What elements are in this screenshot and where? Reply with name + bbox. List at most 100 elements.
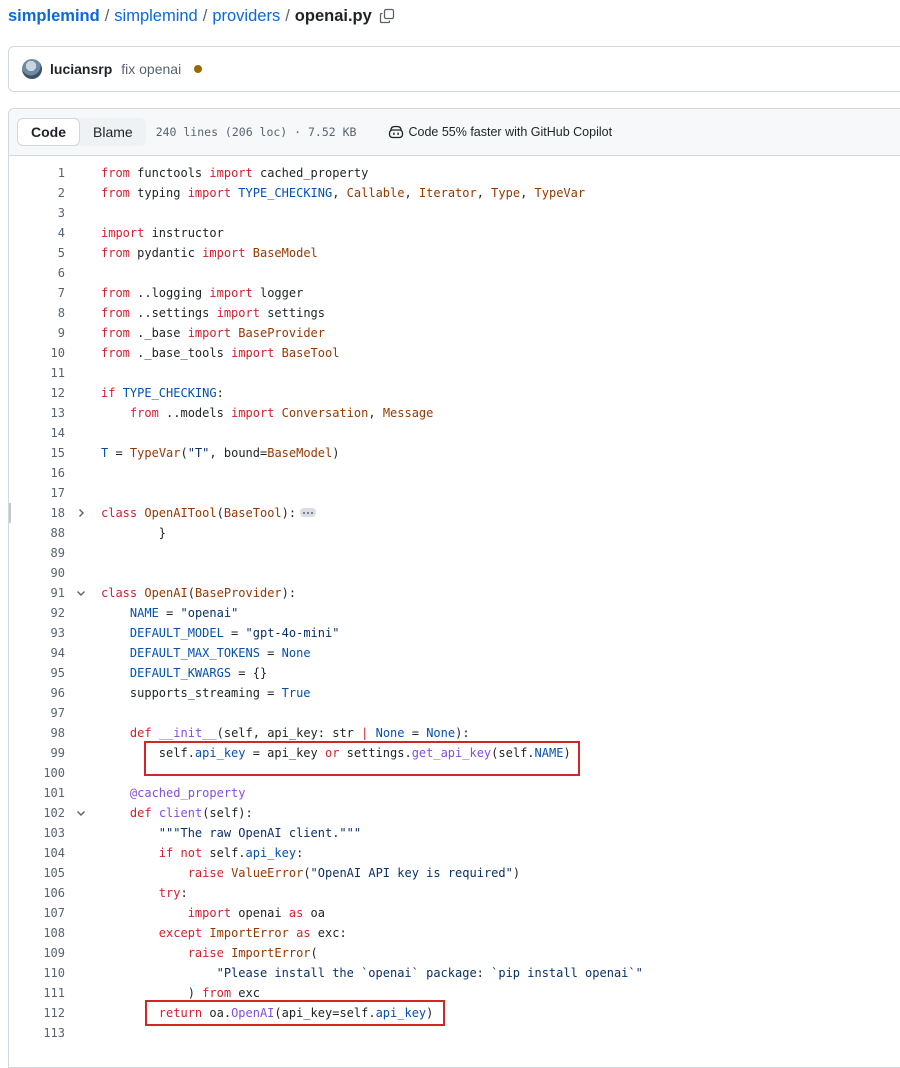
code-line[interactable]: 88 } — [9, 523, 900, 543]
commit-status-dot[interactable] — [194, 65, 203, 73]
line-number[interactable]: 106 — [9, 883, 65, 903]
line-number[interactable]: 18 — [9, 503, 65, 523]
line-number[interactable]: 2 — [9, 183, 65, 203]
code-line[interactable]: 4 import instructor — [9, 223, 900, 243]
chevron-down-icon[interactable] — [74, 803, 88, 823]
line-number[interactable]: 89 — [9, 543, 65, 563]
line-number[interactable]: 102 — [9, 803, 65, 823]
expand-folded-icon[interactable] — [300, 508, 317, 517]
chevron-right-icon[interactable] — [74, 503, 88, 523]
code-line[interactable]: 2 from typing import TYPE_CHECKING, Calla… — [9, 183, 900, 203]
code-line[interactable]: 14 — [9, 423, 900, 443]
line-number[interactable]: 93 — [9, 623, 65, 643]
code-line[interactable]: 98 def __init__(self, api_key: str | Non… — [9, 723, 900, 743]
code-line[interactable]: 93 DEFAULT_MODEL = "gpt-4o-mini" — [9, 623, 900, 643]
code-area[interactable]: 1 from functools import cached_property 2 f… — [9, 156, 900, 1043]
code-tab[interactable]: Code — [17, 118, 80, 146]
line-number[interactable]: 97 — [9, 703, 65, 723]
line-number[interactable]: 109 — [9, 943, 65, 963]
avatar[interactable] — [22, 59, 42, 79]
line-number[interactable]: 14 — [9, 423, 65, 443]
code-line[interactable]: 102 def client(self): — [9, 803, 900, 823]
code-line[interactable]: 90 — [9, 563, 900, 583]
code-line[interactable]: 1 from functools import cached_property — [9, 163, 900, 183]
line-number[interactable]: 94 — [9, 643, 65, 663]
code-line[interactable]: 107 import openai as oa — [9, 903, 900, 923]
code-line[interactable]: 97 — [9, 703, 900, 723]
code-line[interactable]: 12 if TYPE_CHECKING: — [9, 383, 900, 403]
code-line[interactable]: 94 DEFAULT_MAX_TOKENS = None — [9, 643, 900, 663]
code-line[interactable]: 7 from ..logging import logger — [9, 283, 900, 303]
line-number[interactable]: 108 — [9, 923, 65, 943]
line-number[interactable]: 7 — [9, 283, 65, 303]
line-number[interactable]: 11 — [9, 363, 65, 383]
code-line[interactable]: 9 from ._base import BaseProvider — [9, 323, 900, 343]
line-number[interactable]: 88 — [9, 523, 65, 543]
breadcrumb-providers-link[interactable]: providers — [212, 7, 280, 26]
code-line[interactable]: 113 — [9, 1023, 900, 1043]
code-line[interactable]: 17 — [9, 483, 900, 503]
line-number[interactable]: 107 — [9, 903, 65, 923]
blame-tab[interactable]: Blame — [80, 118, 146, 146]
code-line[interactable]: 110 "Please install the `openai` package… — [9, 963, 900, 983]
line-number[interactable]: 91 — [9, 583, 65, 603]
line-number[interactable]: 112 — [9, 1003, 65, 1023]
code-line[interactable]: 104 if not self.api_key: — [9, 843, 900, 863]
code-line[interactable]: 89 — [9, 543, 900, 563]
copy-path-icon[interactable] — [379, 8, 395, 24]
code-line[interactable]: 109 raise ImportError( — [9, 943, 900, 963]
breadcrumb-dir-link[interactable]: simplemind — [114, 7, 197, 26]
code-line[interactable]: 16 — [9, 463, 900, 483]
line-number[interactable]: 113 — [9, 1023, 65, 1043]
line-number[interactable]: 12 — [9, 383, 65, 403]
line-number[interactable]: 96 — [9, 683, 65, 703]
code-line[interactable]: 5 from pydantic import BaseModel — [9, 243, 900, 263]
code-line[interactable]: 96 supports_streaming = True — [9, 683, 900, 703]
code-line[interactable]: 100 — [9, 763, 900, 783]
line-number[interactable]: 100 — [9, 763, 65, 783]
line-number[interactable]: 110 — [9, 963, 65, 983]
breadcrumb-repo-link[interactable]: simplemind — [8, 7, 100, 26]
code-line[interactable]: 103 """The raw OpenAI client.""" — [9, 823, 900, 843]
code-line[interactable]: 13 from ..models import Conversation, Me… — [9, 403, 900, 423]
code-line[interactable]: 108 except ImportError as exc: — [9, 923, 900, 943]
commit-author[interactable]: luciansrp — [50, 61, 112, 77]
line-number[interactable]: 16 — [9, 463, 65, 483]
code-line[interactable]: 111 ) from exc — [9, 983, 900, 1003]
code-line[interactable]: 106 try: — [9, 883, 900, 903]
line-number[interactable]: 10 — [9, 343, 65, 363]
code-line[interactable]: 6 — [9, 263, 900, 283]
line-number[interactable]: 5 — [9, 243, 65, 263]
line-number[interactable]: 98 — [9, 723, 65, 743]
code-line[interactable]: 15 T = TypeVar("T", bound=BaseModel) — [9, 443, 900, 463]
line-number[interactable]: 3 — [9, 203, 65, 223]
code-line[interactable]: 99 self.api_key = api_key or settings.ge… — [9, 743, 900, 763]
line-number[interactable]: 17 — [9, 483, 65, 503]
line-number[interactable]: 111 — [9, 983, 65, 1003]
commit-message[interactable]: fix openai — [121, 61, 181, 77]
line-number[interactable]: 4 — [9, 223, 65, 243]
code-line[interactable]: 8 from ..settings import settings — [9, 303, 900, 323]
line-number[interactable]: 99 — [9, 743, 65, 763]
code-line[interactable]: 11 — [9, 363, 900, 383]
line-number[interactable]: 95 — [9, 663, 65, 683]
chevron-down-icon[interactable] — [74, 583, 88, 603]
line-number[interactable]: 6 — [9, 263, 65, 283]
code-line[interactable]: 10 from ._base_tools import BaseTool — [9, 343, 900, 363]
code-line[interactable]: 95 DEFAULT_KWARGS = {} — [9, 663, 900, 683]
code-line[interactable]: 101 @cached_property — [9, 783, 900, 803]
line-number[interactable]: 101 — [9, 783, 65, 803]
line-number[interactable]: 90 — [9, 563, 65, 583]
line-number[interactable]: 1 — [9, 163, 65, 183]
code-line[interactable]: 92 NAME = "openai" — [9, 603, 900, 623]
line-number[interactable]: 8 — [9, 303, 65, 323]
line-number[interactable]: 13 — [9, 403, 65, 423]
line-number[interactable]: 103 — [9, 823, 65, 843]
line-number[interactable]: 104 — [9, 843, 65, 863]
line-number[interactable]: 15 — [9, 443, 65, 463]
line-number[interactable]: 9 — [9, 323, 65, 343]
code-line[interactable]: 3 — [9, 203, 900, 223]
code-line[interactable]: 105 raise ValueError("OpenAI API key is … — [9, 863, 900, 883]
code-line[interactable]: 112 return oa.OpenAI(api_key=self.api_ke… — [9, 1003, 900, 1023]
copilot-link[interactable]: Code 55% faster with GitHub Copilot — [388, 125, 612, 139]
